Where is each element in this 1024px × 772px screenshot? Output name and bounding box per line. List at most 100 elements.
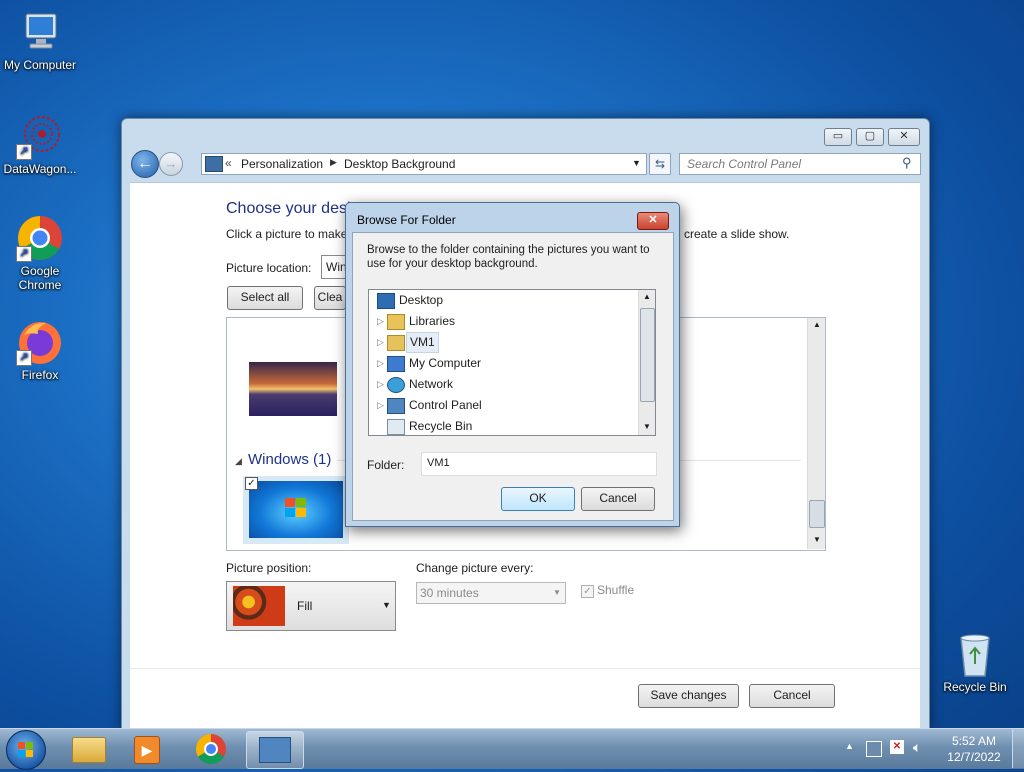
picture-location-label: Picture location: [226,261,312,275]
control-panel-icon [387,398,405,414]
maximize-button[interactable]: ▢ [856,128,884,146]
instruction-text-right: create a slide show. [684,227,790,241]
show-hidden-icons-icon[interactable]: ▲ [845,741,854,751]
shuffle-checkbox[interactable]: ✓ [581,585,594,598]
desktop-icon-my-computer[interactable]: My Computer [0,8,80,72]
ok-button[interactable]: OK [501,487,575,511]
address-bar[interactable]: « Personalization ▶ Desktop Background ▼ [201,153,647,175]
taskbar-chrome[interactable] [184,731,238,767]
flower-thumbnail [233,586,285,626]
instruction-text: Click a picture to make [226,227,348,241]
tree-node-recycle-bin[interactable]: Recycle Bin [369,416,637,437]
tree-scrollbar[interactable]: ▲ ▼ [638,290,655,435]
breadcrumb-separator: « [225,156,232,170]
back-arrow-icon[interactable]: ← [131,150,159,178]
desktop-icon [377,293,395,309]
control-panel-icon [259,737,291,763]
start-button[interactable] [6,730,46,770]
breadcrumb-desktop-background[interactable]: Desktop Background [344,157,455,171]
clock-date[interactable]: 12/7/2022 [944,750,1004,764]
tree-node-desktop[interactable]: Desktop [369,290,637,311]
libraries-icon [387,314,405,330]
network-tray-icon[interactable] [866,741,882,757]
taskbar: ▶ ▲ ✕ 🔈︎ 5:52 AM 12/7/2022 [0,728,1024,770]
shortcut-arrow-icon: ↗ [16,144,32,160]
folder-tree[interactable]: Desktop ▷ Libraries ▷ VM1 ▷ My Computer … [368,289,656,436]
windows-wallpaper-thumbnail[interactable]: ✓ [243,476,349,544]
chevron-down-icon: ▼ [382,600,391,610]
expand-arrow-icon[interactable]: ▷ [377,353,384,374]
dialog-description: Browse to the folder containing the pict… [367,244,650,270]
chrome-icon: ↗ [16,214,64,262]
desktop-icon-datawagon[interactable]: ↗ DataWagon... [0,112,80,176]
gallery-scrollbar[interactable]: ▲ ▼ [807,318,825,549]
tree-node-network[interactable]: ▷ Network [369,374,637,395]
recycle-bin-icon [951,630,999,678]
taskbar-media-player[interactable]: ▶ [120,731,174,767]
desktop-icon-label: Firefox [21,368,59,382]
taskbar-explorer[interactable] [62,731,116,767]
forward-arrow-icon[interactable]: → [159,152,183,176]
address-dropdown-icon[interactable]: ▼ [632,158,641,168]
volume-icon[interactable]: 🔈︎ [913,739,921,756]
dialog-cancel-button[interactable]: Cancel [581,487,655,511]
show-desktop-button[interactable] [1012,729,1024,768]
dialog-close-button[interactable]: ✕ [637,212,669,230]
clock-time[interactable]: 5:52 AM [944,734,1004,748]
select-all-button[interactable]: Select all [227,286,303,310]
computer-icon [16,8,64,56]
dialog-body: Browse to the folder containing the pict… [352,232,674,521]
chrome-icon [195,734,226,765]
expand-arrow-icon[interactable]: ▷ [377,374,384,395]
change-interval-select[interactable]: 30 minutes ▼ [416,582,566,604]
close-window-button[interactable]: ✕ [888,128,920,146]
desktop-icon-firefox[interactable]: ↗ Firefox [0,318,80,382]
desktop-icon-label: Google Chrome [18,264,62,292]
search-input[interactable]: Search Control Panel ⚲ [679,153,921,175]
dialog-title: Browse For Folder [357,213,456,227]
desktop-icon-recycle-bin[interactable]: Recycle Bin [935,630,1015,694]
computer-icon [387,356,405,372]
refresh-icon[interactable]: ⇆ [649,153,671,175]
windows-logo-icon [18,742,33,757]
taskbar-control-panel[interactable] [246,731,304,769]
folder-input[interactable]: VM1 [421,452,657,476]
desktop-icon-label: Recycle Bin [943,680,1007,694]
search-placeholder: Search Control Panel [687,157,802,171]
tree-node-control-panel[interactable]: ▷ Control Panel [369,395,637,416]
folder-icon [72,737,106,763]
expand-arrow-icon[interactable]: ▷ [377,395,384,416]
folder-label: Folder: [367,458,405,472]
browse-for-folder-dialog: Browse For Folder ✕ Browse to the folder… [345,202,680,527]
group-collapse-icon[interactable]: ◢ [235,456,242,467]
page-title: Choose your desk [226,200,355,217]
tree-node-my-computer[interactable]: ▷ My Computer [369,353,637,374]
desktop-icon-label: My Computer [3,58,77,72]
shuffle-label: Shuffle [597,583,635,597]
minimize-button[interactable]: ▭ [824,128,852,146]
desktop-icon-google-chrome[interactable]: ↗ Google Chrome [0,214,80,292]
user-folder-icon [387,335,405,351]
expand-arrow-icon[interactable]: ▷ [377,332,384,353]
change-picture-label: Change picture every: [416,561,534,575]
action-center-icon[interactable]: ✕ [890,740,904,754]
search-icon[interactable]: ⚲ [902,155,912,171]
chevron-down-icon: ▼ [553,588,561,597]
save-changes-button[interactable]: Save changes [638,684,739,708]
chevron-right-icon: ▶ [330,157,337,167]
group-header-windows[interactable]: Windows (1) [248,451,331,468]
picture-position-select[interactable]: Fill ▼ [226,581,396,631]
shortcut-arrow-icon: ↗ [16,246,32,262]
expand-arrow-icon[interactable]: ▷ [377,311,384,332]
picture-position-label: Picture position: [226,561,312,575]
clear-all-button[interactable]: Clea [314,286,346,310]
media-player-icon: ▶ [134,736,160,764]
selected-checkbox[interactable]: ✓ [245,477,258,490]
tree-node-vm1[interactable]: ▷ VM1 [369,332,637,353]
breadcrumb-personalization[interactable]: Personalization [241,157,323,171]
landscape-thumbnail[interactable] [249,362,337,416]
tree-node-libraries[interactable]: ▷ Libraries [369,311,637,332]
cancel-button[interactable]: Cancel [749,684,835,708]
desktop-icon-label: DataWagon... [3,162,77,176]
recycle-bin-icon [387,419,405,435]
